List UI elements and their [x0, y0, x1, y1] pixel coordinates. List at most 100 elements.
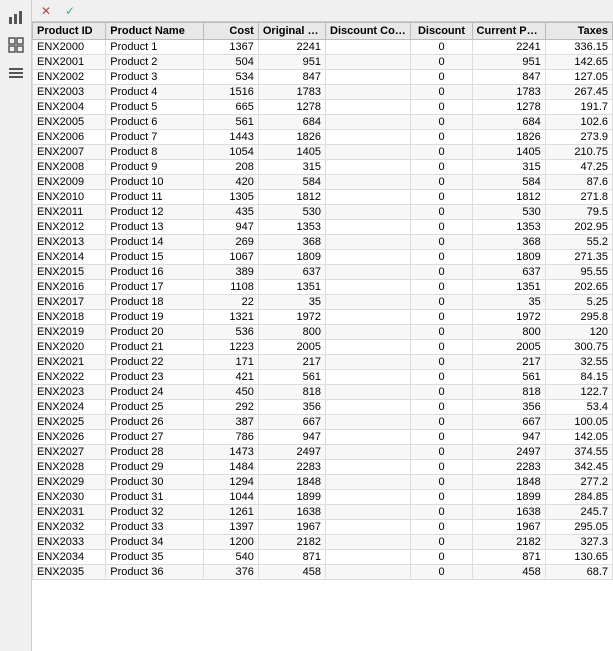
table-cell: Product 29	[106, 460, 204, 475]
table-cell: 667	[472, 415, 545, 430]
table-row[interactable]: ENX2000Product 11367224102241336.15	[33, 40, 613, 55]
table-cell: ENX2009	[33, 175, 106, 190]
table-cell: 0	[411, 175, 472, 190]
table-row[interactable]: ENX2022Product 23421561056184.15	[33, 370, 613, 385]
table-cell	[326, 115, 411, 130]
table-cell: 1812	[258, 190, 325, 205]
chart-icon[interactable]	[5, 6, 27, 28]
table-row[interactable]: ENX2029Product 301294184801848277.2	[33, 475, 613, 490]
table-cell	[326, 70, 411, 85]
table-cell: 2005	[472, 340, 545, 355]
col-header-current-price[interactable]: Current Price	[472, 23, 545, 40]
table-cell: ENX2014	[33, 250, 106, 265]
cancel-button[interactable]: ✕	[36, 1, 56, 21]
table-cell: Product 31	[106, 490, 204, 505]
table-cell: 0	[411, 565, 472, 580]
table-cell: 1443	[203, 130, 258, 145]
table-cell: 947	[258, 430, 325, 445]
table-row[interactable]: ENX2014Product 151067180901809271.35	[33, 250, 613, 265]
table-row[interactable]: ENX2031Product 321261163801638245.7	[33, 505, 613, 520]
confirm-button[interactable]: ✓	[60, 1, 80, 21]
col-header-cost[interactable]: Cost	[203, 23, 258, 40]
table-cell: 53.4	[545, 400, 612, 415]
table-cell: Product 18	[106, 295, 204, 310]
table-row[interactable]: ENX2033Product 341200218202182327.3	[33, 535, 613, 550]
table-cell: 0	[411, 280, 472, 295]
table-cell: 102.6	[545, 115, 612, 130]
table-row[interactable]: ENX2023Product 244508180818122.7	[33, 385, 613, 400]
table-cell: Product 3	[106, 70, 204, 85]
table-cell: 1353	[258, 220, 325, 235]
table-row[interactable]: ENX2017Product 1822350355.25	[33, 295, 613, 310]
table-row[interactable]: ENX2018Product 191321197201972295.8	[33, 310, 613, 325]
table-row[interactable]: ENX2006Product 71443182601826273.9	[33, 130, 613, 145]
table-cell: 0	[411, 115, 472, 130]
table-cell: Product 36	[106, 565, 204, 580]
table-row[interactable]: ENX2011Product 12435530053079.5	[33, 205, 613, 220]
table-row[interactable]: ENX2008Product 9208315031547.25	[33, 160, 613, 175]
data-table-container[interactable]: Product ID Product Name Cost Original Sa…	[32, 22, 613, 651]
table-row[interactable]: ENX2002Product 35348470847127.05	[33, 70, 613, 85]
table-row[interactable]: ENX2005Product 65616840684102.6	[33, 115, 613, 130]
table-row[interactable]: ENX2027Product 281473249702497374.55	[33, 445, 613, 460]
table-cell	[326, 40, 411, 55]
table-cell: 2182	[472, 535, 545, 550]
table-cell: 561	[203, 115, 258, 130]
table-cell: ENX2011	[33, 205, 106, 220]
table-cell: 2241	[472, 40, 545, 55]
table-row[interactable]: ENX2012Product 13947135301353202.95	[33, 220, 613, 235]
table-cell: 0	[411, 490, 472, 505]
table-row[interactable]: ENX2020Product 211223200502005300.75	[33, 340, 613, 355]
table-cell: 1305	[203, 190, 258, 205]
table-cell: Product 15	[106, 250, 204, 265]
table-row[interactable]: ENX2004Product 5665127801278191.7	[33, 100, 613, 115]
table-row[interactable]: ENX2025Product 263876670667100.05	[33, 415, 613, 430]
table-cell: 0	[411, 340, 472, 355]
table-row[interactable]: ENX2026Product 277869470947142.05	[33, 430, 613, 445]
table-row[interactable]: ENX2021Product 22171217021732.55	[33, 355, 613, 370]
table-cell: ENX2022	[33, 370, 106, 385]
table-row[interactable]: ENX2030Product 311044189901899284.85	[33, 490, 613, 505]
table-row[interactable]: ENX2035Product 36376458045868.7	[33, 565, 613, 580]
table-cell: Product 28	[106, 445, 204, 460]
table-cell: Product 24	[106, 385, 204, 400]
table-cell: 95.55	[545, 265, 612, 280]
col-header-discount-code[interactable]: Discount Code	[326, 23, 411, 40]
table-cell	[326, 265, 411, 280]
table-row[interactable]: ENX2001Product 25049510951142.65	[33, 55, 613, 70]
table-row[interactable]: ENX2013Product 14269368036855.2	[33, 235, 613, 250]
table-row[interactable]: ENX2032Product 331397196701967295.05	[33, 520, 613, 535]
grid-icon[interactable]	[5, 34, 27, 56]
table-cell: Product 23	[106, 370, 204, 385]
table-row[interactable]: ENX2007Product 81054140501405210.75	[33, 145, 613, 160]
table-row[interactable]: ENX2019Product 205368000800120	[33, 325, 613, 340]
col-header-taxes[interactable]: Taxes	[545, 23, 612, 40]
list-icon[interactable]	[5, 62, 27, 84]
table-cell: Product 32	[106, 505, 204, 520]
table-cell: ENX2001	[33, 55, 106, 70]
col-header-discount[interactable]: Discount	[411, 23, 472, 40]
table-row[interactable]: ENX2034Product 355408710871130.65	[33, 550, 613, 565]
table-row[interactable]: ENX2028Product 291484228302283342.45	[33, 460, 613, 475]
table-row[interactable]: ENX2016Product 171108135101351202.65	[33, 280, 613, 295]
table-row[interactable]: ENX2015Product 16389637063795.55	[33, 265, 613, 280]
table-cell: 421	[203, 370, 258, 385]
table-row[interactable]: ENX2003Product 41516178301783267.45	[33, 85, 613, 100]
table-cell	[326, 340, 411, 355]
table-cell: ENX2016	[33, 280, 106, 295]
col-header-orig-sale-price[interactable]: Original Sale Price	[258, 23, 325, 40]
table-cell: 217	[258, 355, 325, 370]
col-header-product-id[interactable]: Product ID	[33, 23, 106, 40]
table-cell: 0	[411, 85, 472, 100]
table-row[interactable]: ENX2009Product 10420584058487.6	[33, 175, 613, 190]
table-row[interactable]: ENX2024Product 25292356035653.4	[33, 400, 613, 415]
table-cell: 356	[472, 400, 545, 415]
table-row[interactable]: ENX2010Product 111305181201812271.8	[33, 190, 613, 205]
table-cell: 191.7	[545, 100, 612, 115]
table-cell: 127.05	[545, 70, 612, 85]
table-cell: ENX2012	[33, 220, 106, 235]
col-header-product-name[interactable]: Product Name	[106, 23, 204, 40]
table-cell: 267.45	[545, 85, 612, 100]
table-cell: 0	[411, 145, 472, 160]
table-cell: ENX2027	[33, 445, 106, 460]
